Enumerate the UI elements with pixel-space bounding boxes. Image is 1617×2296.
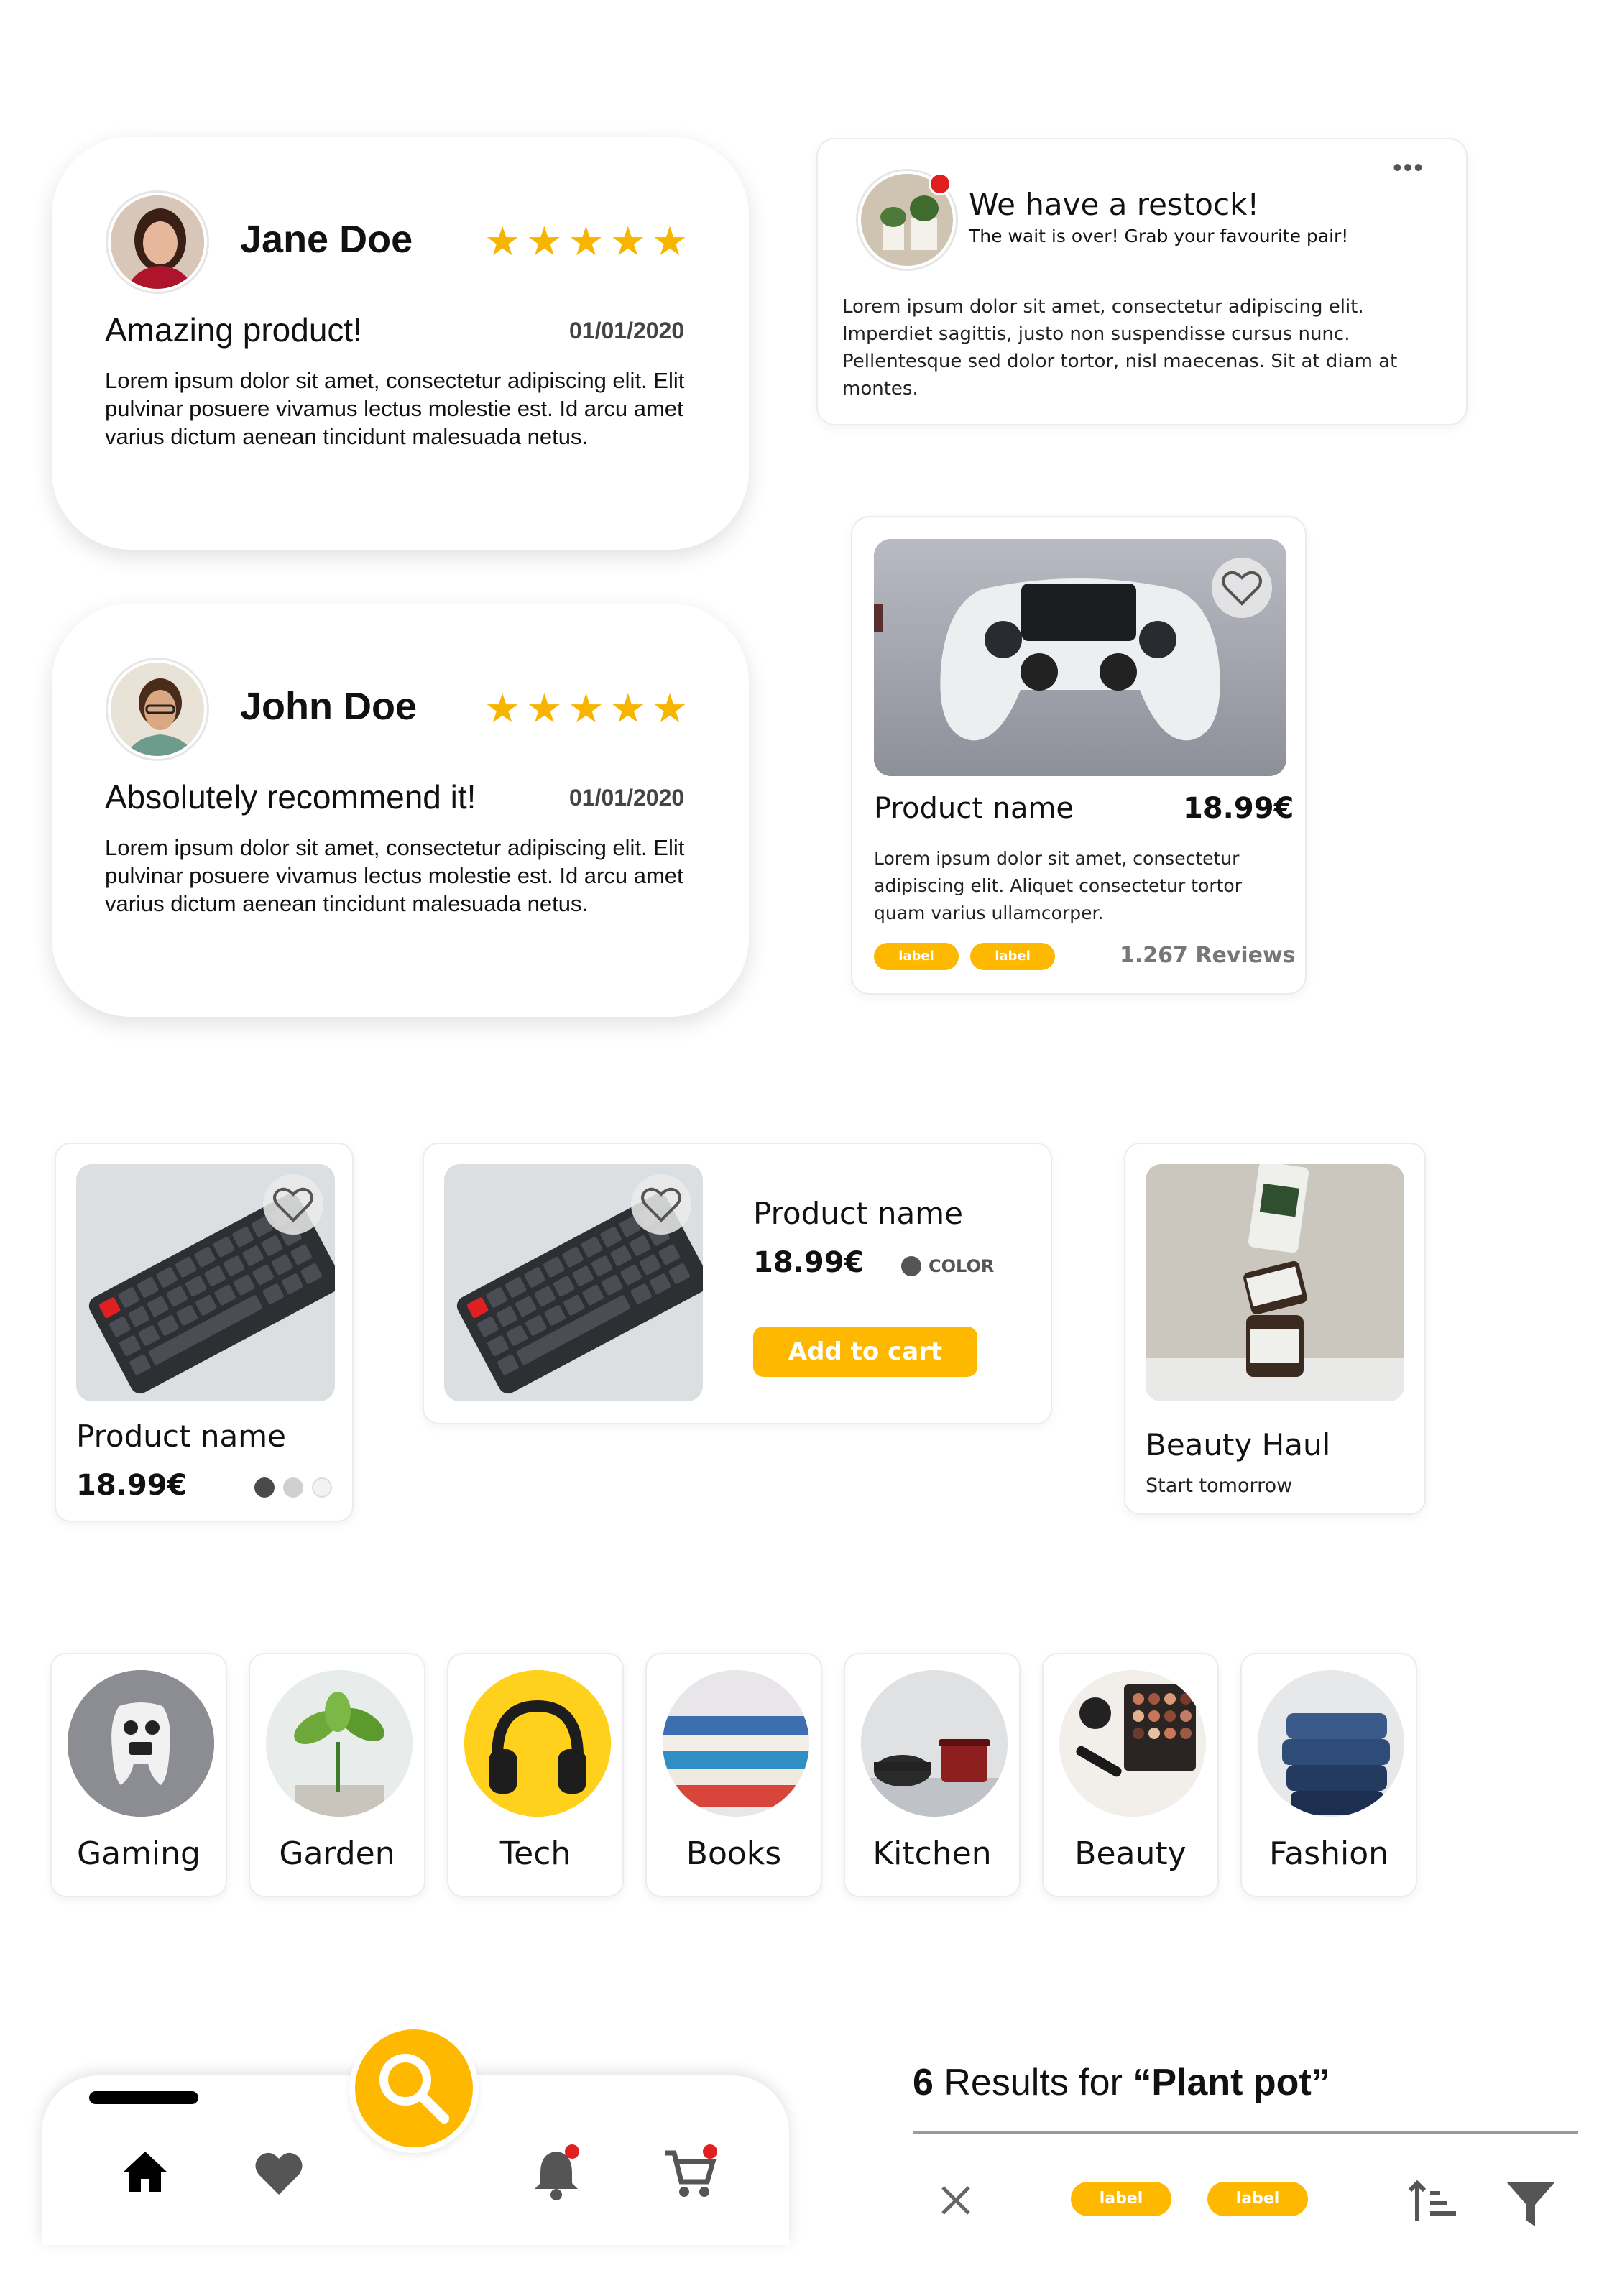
product-card-small[interactable]: Product name 18.99€ [55,1143,354,1522]
search-icon [379,2054,449,2124]
home-icon [124,2152,167,2192]
category-beauty[interactable]: Beauty [1042,1653,1219,1897]
sort-icon [1408,2180,1456,2221]
product-description: Lorem ipsum dolor sit amet, consectetur … [874,848,1242,923]
review-card: Jane Doe ★★★★★ Amazing product! 01/01/20… [52,137,749,550]
nav-notifications[interactable] [528,2141,585,2202]
category-image [1059,1670,1206,1817]
filter-icon [1506,2182,1555,2226]
avatar [108,660,207,759]
label-chip[interactable]: label [874,943,959,970]
clear-search-button[interactable] [933,2177,979,2223]
favorite-button[interactable] [1212,558,1272,618]
category-label: Beauty [1074,1835,1187,1872]
category-garden[interactable]: Garden [249,1653,425,1897]
close-icon [941,2186,970,2215]
review-date: 01/01/2020 [569,785,685,811]
color-dot [901,1256,921,1276]
category-label: Kitchen [872,1835,992,1872]
category-label: Garden [279,1835,395,1872]
product-card[interactable]: Product name 18.99€ Lorem ipsum dolor si… [851,516,1307,995]
event-subtitle: Start tomorrow [1146,1475,1293,1497]
review-title: Amazing product! [105,311,362,349]
avatar [108,193,207,292]
product-price: 18.99€ [76,1469,188,1502]
review-title: Absolutely recommend it! [105,778,476,816]
bell-icon [535,2144,579,2200]
category-image [464,1670,611,1817]
star-rating: ★★★★★ [484,686,694,731]
results-query: “Plant pot” [1133,2062,1330,2103]
notification-card[interactable]: ••• We have a restock! The wait is over!… [816,138,1468,425]
heart-icon [255,2152,303,2195]
more-options-icon[interactable]: ••• [1393,152,1424,183]
star-rating: ★★★★★ [484,218,694,264]
product-name: Product name [874,792,1074,825]
review-text: Lorem ipsum dolor sit amet, consectetur … [105,368,685,449]
results-count: 6 [913,2062,934,2103]
category-image [1258,1670,1404,1817]
category-kitchen[interactable]: Kitchen [844,1653,1021,1897]
color-label[interactable]: COLOR [929,1256,994,1276]
product-price: 18.99€ [1183,792,1294,825]
category-label: Gaming [77,1835,201,1872]
notification-text: Lorem ipsum dolor sit amet, consectetur … [842,296,1398,400]
reviewer-name: John Doe [240,685,418,728]
event-image [1146,1164,1404,1401]
notification-title: We have a restock! [969,187,1260,222]
product-card-wide[interactable]: Product name 18.99€ COLOR Add to cart [423,1143,1052,1424]
nav-cart[interactable] [661,2141,719,2202]
notification-subtitle: The wait is over! Grab your favourite pa… [969,226,1349,246]
cart-icon [665,2144,717,2197]
color-swatch-dark[interactable] [254,1477,275,1498]
reviewer-name: Jane Doe [240,218,413,261]
review-card: John Doe ★★★★★ Absolutely recommend it! … [52,604,749,1017]
review-date: 01/01/2020 [569,318,685,344]
nav-favorites[interactable] [250,2144,308,2202]
heart-icon [641,1187,681,1222]
nav-home[interactable] [116,2143,174,2200]
event-title: Beauty Haul [1146,1427,1331,1462]
results-header: 6 Results for “Plant pot” [913,2061,1560,2119]
color-swatch-light[interactable] [312,1477,332,1498]
drag-handle[interactable] [89,2091,198,2104]
category-fashion[interactable]: Fashion [1240,1653,1417,1897]
divider [913,2131,1578,2134]
category-gaming[interactable]: Gaming [50,1653,227,1897]
review-count[interactable]: 1.267 Reviews [1120,943,1296,968]
product-name: Product name [753,1196,963,1231]
favorite-button[interactable] [263,1174,323,1235]
search-fab[interactable] [349,2024,479,2153]
category-books[interactable]: Books [645,1653,822,1897]
category-image [266,1670,413,1817]
label-chip[interactable]: label [970,943,1055,970]
category-image [663,1670,809,1817]
product-name: Product name [76,1419,286,1454]
favorite-button[interactable] [631,1174,691,1235]
category-image [861,1670,1008,1817]
category-tech[interactable]: Tech [447,1653,624,1897]
product-price: 18.99€ [753,1246,865,1279]
results-text: Results for [933,2062,1133,2103]
event-card[interactable]: Beauty Haul Start tomorrow [1124,1143,1426,1515]
review-text: Lorem ipsum dolor sit amet, consectetur … [105,835,685,916]
category-label: Books [686,1835,782,1872]
filter-button[interactable] [1502,2175,1560,2232]
filter-chip[interactable]: label [1207,2182,1308,2216]
category-image [68,1670,214,1817]
sort-button[interactable] [1404,2175,1462,2232]
filter-chip[interactable]: label [1071,2182,1171,2216]
heart-icon [1222,571,1262,606]
notification-badge [929,172,952,195]
color-swatch-grey[interactable] [283,1477,303,1498]
category-label: Tech [499,1835,571,1872]
add-to-cart-button[interactable]: Add to cart [753,1327,977,1377]
heart-icon [273,1187,313,1222]
category-label: Fashion [1268,1835,1389,1872]
